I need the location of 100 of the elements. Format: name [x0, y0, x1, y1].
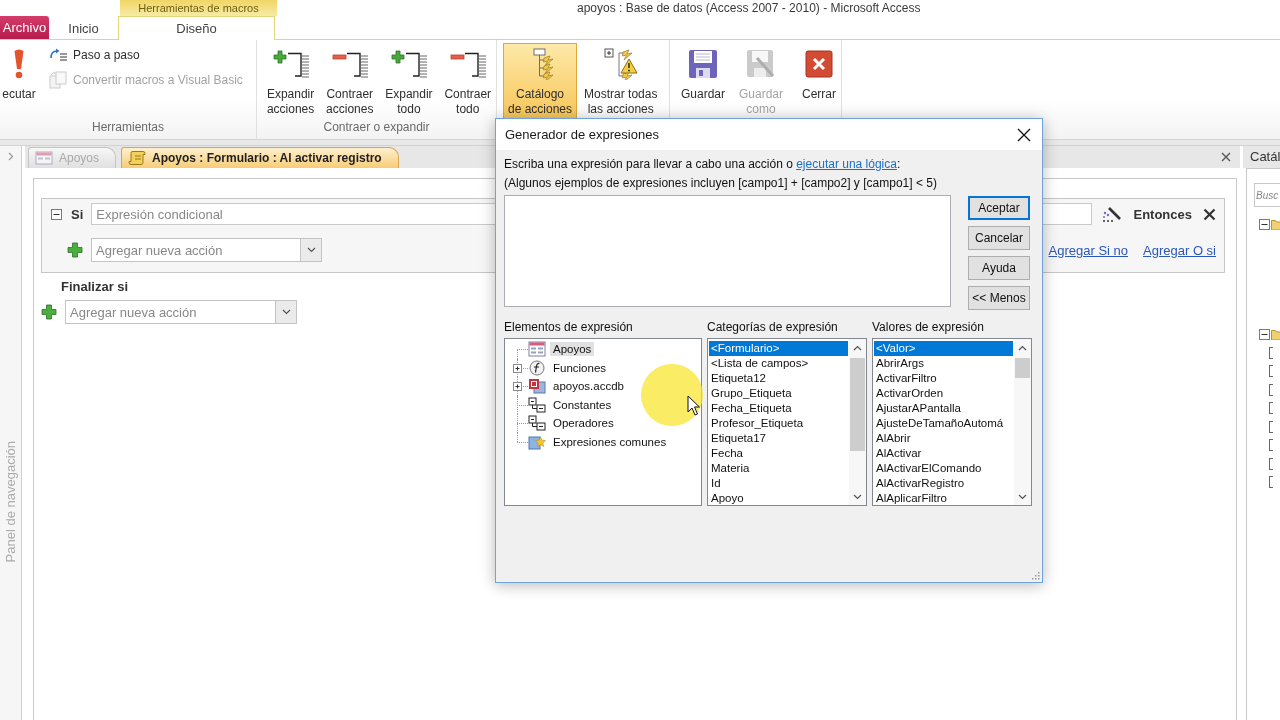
action-combobox[interactable]: Agregar nueva acción: [91, 238, 300, 262]
chevron-right-icon[interactable]: [7, 152, 14, 161]
bracket-boxes-icon: [528, 396, 546, 413]
scrollbar[interactable]: [1014, 339, 1031, 505]
ribbon-tab[interactable]: Inicio: [55, 16, 112, 39]
list-item[interactable]: AbrirArgs: [874, 356, 1013, 371]
item-icon[interactable]: [1269, 439, 1273, 452]
ribbon-button[interactable]: Guardar: [675, 43, 731, 119]
dialog-button[interactable]: Aceptar: [968, 196, 1030, 220]
expand-icon[interactable]: [513, 382, 522, 392]
list-item[interactable]: Profesor_Etiqueta: [709, 416, 848, 431]
item-icon[interactable]: [1269, 420, 1273, 433]
chevron-down-icon: [281, 309, 291, 315]
close-button[interactable]: [1016, 126, 1032, 143]
tree-item[interactable]: apoyos.accdb: [550, 379, 627, 394]
ribbon-button[interactable]: Expandir todo: [380, 43, 438, 119]
tree-item[interactable]: Constantes: [550, 397, 615, 412]
item-icon[interactable]: [1269, 457, 1273, 470]
scrollbar[interactable]: [849, 339, 866, 505]
wand-icon[interactable]: [1102, 204, 1123, 224]
list-item[interactable]: Id: [709, 476, 848, 491]
plus-list-icon: [390, 50, 427, 78]
context-tab-label: Herramientas de macros: [120, 0, 277, 16]
ribbon-button[interactable]: ecutar: [0, 43, 38, 119]
list-item[interactable]: <Valor>: [874, 341, 1013, 356]
ribbon-button[interactable]: Contraer acciones: [321, 43, 379, 119]
arrow-list-icon: [49, 48, 67, 62]
list-item[interactable]: Fecha: [709, 446, 848, 461]
tree-item[interactable]: Expresiones comunes: [550, 434, 670, 449]
ribbon-button[interactable]: Catálogo de acciones: [503, 43, 578, 119]
ribbon-tab[interactable]: Archivo: [0, 16, 49, 39]
collapse-icon[interactable]: [51, 208, 62, 220]
instruction-text: Escriba una expresión para llevar a cabo una acción o ejecutar una lógica:: [504, 156, 901, 173]
ribbon-button[interactable]: Mostrar todas las acciones: [579, 43, 663, 119]
scroll-down-icon: [1018, 493, 1027, 500]
list-item[interactable]: <Lista de campos>: [709, 356, 848, 371]
plus-icon[interactable]: [41, 304, 57, 320]
list-item[interactable]: ActivarFiltro: [874, 371, 1013, 386]
list-item[interactable]: AlAplicarFiltro: [874, 491, 1013, 505]
list-item[interactable]: AlAbrir: [874, 431, 1013, 446]
list-item[interactable]: Grupo_Etiqueta: [709, 386, 848, 401]
group-label: Contraer o expandir: [323, 119, 430, 135]
ribbon-button[interactable]: Cerrar: [791, 43, 847, 119]
list-item[interactable]: Fecha_Etiqueta: [709, 401, 848, 416]
list-item[interactable]: Etiqueta17: [709, 431, 848, 446]
scrollbar-thumb[interactable]: [850, 358, 865, 451]
logic-link[interactable]: ejecutar una lógica: [796, 157, 897, 171]
list-item[interactable]: AlActivarElComando: [874, 461, 1013, 476]
list-item[interactable]: Apoyo: [709, 491, 848, 505]
list-item[interactable]: AlActivar: [874, 446, 1013, 461]
expression-input[interactable]: [504, 195, 951, 307]
dialog-button[interactable]: Cancelar: [968, 226, 1030, 250]
chevron-down-icon: [306, 247, 316, 253]
end-if-label: Finalizar si: [61, 279, 129, 294]
list-item[interactable]: ActivarOrden: [874, 386, 1013, 401]
list-label: Categorías de expresión: [707, 320, 839, 335]
list-item[interactable]: Etiqueta12: [709, 371, 848, 386]
close-icon: [1017, 127, 1031, 142]
item-icon[interactable]: [1269, 402, 1273, 415]
documents-icon: [49, 71, 67, 89]
action-link[interactable]: Agregar O si: [1143, 242, 1216, 258]
scrollbar-thumb[interactable]: [1015, 358, 1030, 378]
ribbon-button[interactable]: Contraer todo: [439, 43, 496, 119]
scroll-down-icon: [853, 493, 862, 500]
form-icon: [35, 151, 53, 165]
item-icon[interactable]: [1269, 346, 1273, 359]
dialog-button[interactable]: << Menos: [968, 286, 1030, 310]
list-item[interactable]: AlActivarRegistro: [874, 476, 1013, 491]
ribbon-button[interactable]: Expandir acciones: [262, 43, 320, 119]
dialog-button[interactable]: Ayuda: [968, 256, 1030, 280]
tree-item[interactable]: Funciones: [550, 360, 610, 375]
list-label: Elementos de expresión: [504, 320, 634, 335]
list-item[interactable]: <Formulario>: [709, 341, 848, 356]
item-icon[interactable]: [1269, 383, 1273, 396]
dialog-title: Generador de expresiones: [505, 127, 660, 142]
function-icon: [528, 359, 546, 376]
collapse-icon[interactable]: [1259, 218, 1270, 230]
scroll-icon: [128, 150, 147, 166]
search-field[interactable]: Busc: [1254, 183, 1280, 207]
tree-item[interactable]: Operadores: [550, 416, 617, 431]
keyword-label: Entonces: [1133, 206, 1192, 222]
example-text: (Algunos ejemplos de expresiones incluyen [campo1] + [campo2] y [campo1] < 5): [504, 175, 937, 192]
resize-grip-icon[interactable]: [1030, 570, 1040, 580]
expand-icon[interactable]: [513, 363, 522, 373]
tree-item[interactable]: Apoyos: [550, 342, 595, 357]
ribbon-tab[interactable]: Diseño: [118, 16, 275, 40]
star-box-icon: [528, 433, 546, 450]
close-icon[interactable]: [1203, 207, 1216, 221]
action-combobox[interactable]: Agregar nueva acción: [65, 300, 275, 324]
list-item[interactable]: AjusteDeTamañoAutomá: [874, 416, 1013, 431]
item-icon[interactable]: [1269, 365, 1273, 378]
item-icon[interactable]: [1269, 476, 1273, 489]
plus-icon[interactable]: [67, 242, 83, 258]
exclamation-icon: [13, 48, 25, 80]
ribbon-button[interactable]: Paso a paso: [45, 44, 247, 66]
document-tab[interactable]: Apoyos : Formulario : Al activar registro: [121, 147, 399, 168]
action-link[interactable]: Agregar Si no: [1048, 242, 1128, 258]
list-item[interactable]: AjustarAPantalla: [874, 401, 1013, 416]
list-item[interactable]: Materia: [709, 461, 848, 476]
collapse-icon[interactable]: [1259, 328, 1270, 340]
